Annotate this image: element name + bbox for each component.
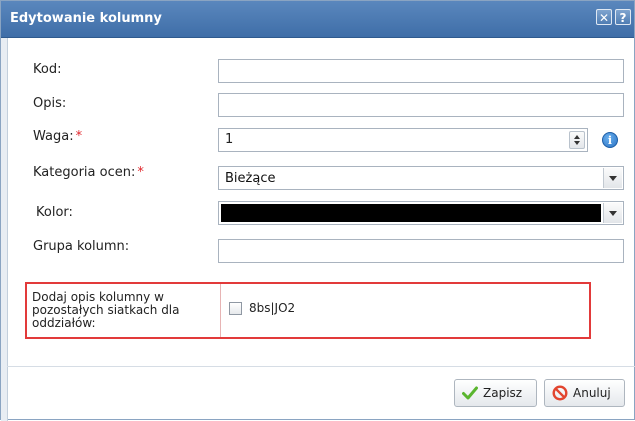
divider bbox=[220, 284, 221, 337]
kategoria-selected: Bieżące bbox=[225, 171, 276, 186]
chevron-down-icon bbox=[609, 176, 617, 181]
waga-value: 1 bbox=[225, 132, 234, 147]
waga-label: Waga: * bbox=[33, 129, 82, 144]
dialog-title: Edytowanie kolumny bbox=[10, 11, 162, 26]
dialog-left-edge bbox=[1, 38, 8, 421]
stepper-arrows[interactable] bbox=[569, 131, 585, 149]
kategoria-label-text: Kategoria ocen: bbox=[33, 165, 136, 180]
dropdown-button[interactable] bbox=[603, 168, 622, 188]
opis-label: Opis: bbox=[33, 96, 67, 111]
grupa-label: Grupa kolumn: bbox=[33, 239, 130, 254]
waga-stepper[interactable]: 1 bbox=[218, 128, 588, 152]
required-mark: * bbox=[75, 129, 83, 144]
chevron-down-icon bbox=[609, 211, 617, 216]
kategoria-label: Kategoria ocen: * bbox=[33, 165, 144, 180]
close-icon[interactable]: ✕ bbox=[596, 9, 612, 25]
waga-label-text: Waga: bbox=[33, 129, 74, 144]
save-button[interactable]: Zapisz bbox=[454, 379, 537, 407]
cancel-button[interactable]: Anuluj bbox=[544, 379, 625, 407]
save-label: Zapisz bbox=[483, 386, 523, 400]
color-swatch bbox=[221, 204, 601, 222]
checkmark-icon bbox=[462, 386, 478, 400]
arrow-down-icon[interactable] bbox=[574, 141, 580, 145]
arrow-up-icon[interactable] bbox=[574, 135, 580, 139]
kolor-label: Kolor: bbox=[36, 205, 73, 220]
edit-column-dialog: Edytowanie kolumny ✕ ? Kod: Opis: Waga: *… bbox=[0, 0, 635, 421]
grupa-field[interactable] bbox=[218, 239, 624, 263]
kolor-select[interactable] bbox=[218, 201, 624, 225]
cancel-label: Anuluj bbox=[573, 386, 611, 400]
highlight-box: Dodaj opis kolumny w pozostałych siatkac… bbox=[25, 282, 591, 339]
kategoria-select[interactable]: Bieżące bbox=[218, 166, 624, 190]
opis-field[interactable] bbox=[218, 93, 624, 117]
kod-field[interactable] bbox=[218, 59, 624, 83]
required-mark: * bbox=[137, 165, 144, 180]
class-checkbox[interactable] bbox=[229, 302, 242, 315]
class-checkbox-label[interactable]: 8bs|JO2 bbox=[249, 301, 295, 315]
footer-divider bbox=[7, 366, 635, 367]
cancel-icon bbox=[552, 385, 568, 401]
extra-description: Dodaj opis kolumny w pozostałych siatkac… bbox=[32, 290, 180, 330]
dropdown-button[interactable] bbox=[603, 203, 622, 223]
dialog-title-bar[interactable]: Edytowanie kolumny ✕ ? bbox=[1, 1, 634, 38]
kod-label: Kod: bbox=[33, 62, 62, 77]
info-icon[interactable]: i bbox=[602, 132, 618, 148]
help-icon[interactable]: ? bbox=[615, 9, 631, 25]
